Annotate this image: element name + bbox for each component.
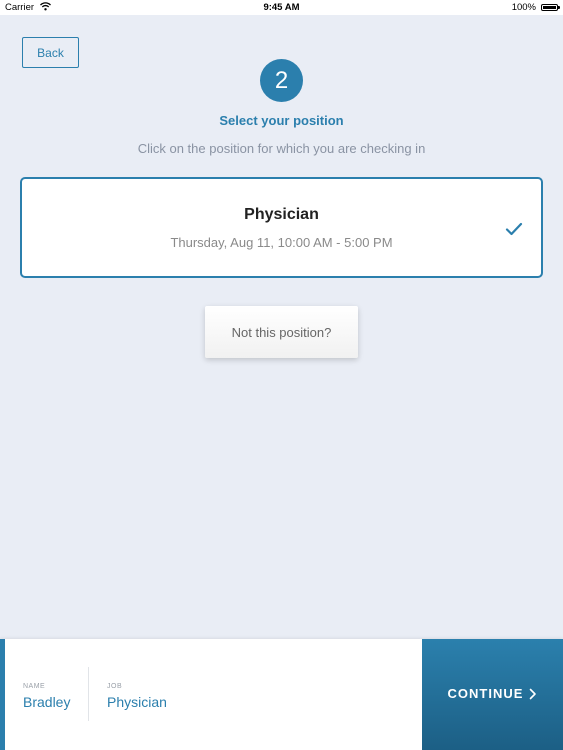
continue-label: CONTINUE bbox=[447, 686, 524, 702]
page-title: Select your position bbox=[219, 113, 344, 128]
job-field: JOB Physician bbox=[107, 683, 167, 710]
footer-accent bbox=[0, 639, 5, 750]
name-label: NAME bbox=[23, 683, 46, 690]
job-value: Physician bbox=[107, 694, 167, 710]
footer-divider bbox=[88, 667, 89, 721]
continue-button[interactable]: CONTINUE bbox=[422, 639, 563, 750]
footer-bar: NAME Bradley JOB Physician CONTINUE bbox=[0, 639, 563, 750]
back-button[interactable]: Back bbox=[22, 37, 79, 68]
position-card[interactable]: Physician Thursday, Aug 11, 10:00 AM - 5… bbox=[20, 177, 543, 278]
position-title: Physician bbox=[244, 206, 319, 223]
battery-percent: 100% bbox=[511, 2, 536, 13]
checkmark-icon bbox=[505, 222, 523, 236]
position-time: Thursday, Aug 11, 10:00 AM - 5:00 PM bbox=[170, 235, 393, 250]
name-value: Bradley bbox=[23, 694, 71, 710]
chevron-right-icon bbox=[529, 688, 537, 703]
name-field: NAME Bradley bbox=[23, 683, 70, 710]
not-this-position-button[interactable]: Not this position? bbox=[205, 306, 358, 358]
status-bar: Carrier 9:45 AM 100% bbox=[0, 0, 563, 15]
job-label: JOB bbox=[107, 683, 123, 690]
step-number-badge: 2 bbox=[260, 59, 303, 102]
battery-icon bbox=[541, 4, 560, 11]
page-subtitle: Click on the position for which you are … bbox=[137, 141, 426, 156]
clock: 9:45 AM bbox=[263, 2, 300, 13]
